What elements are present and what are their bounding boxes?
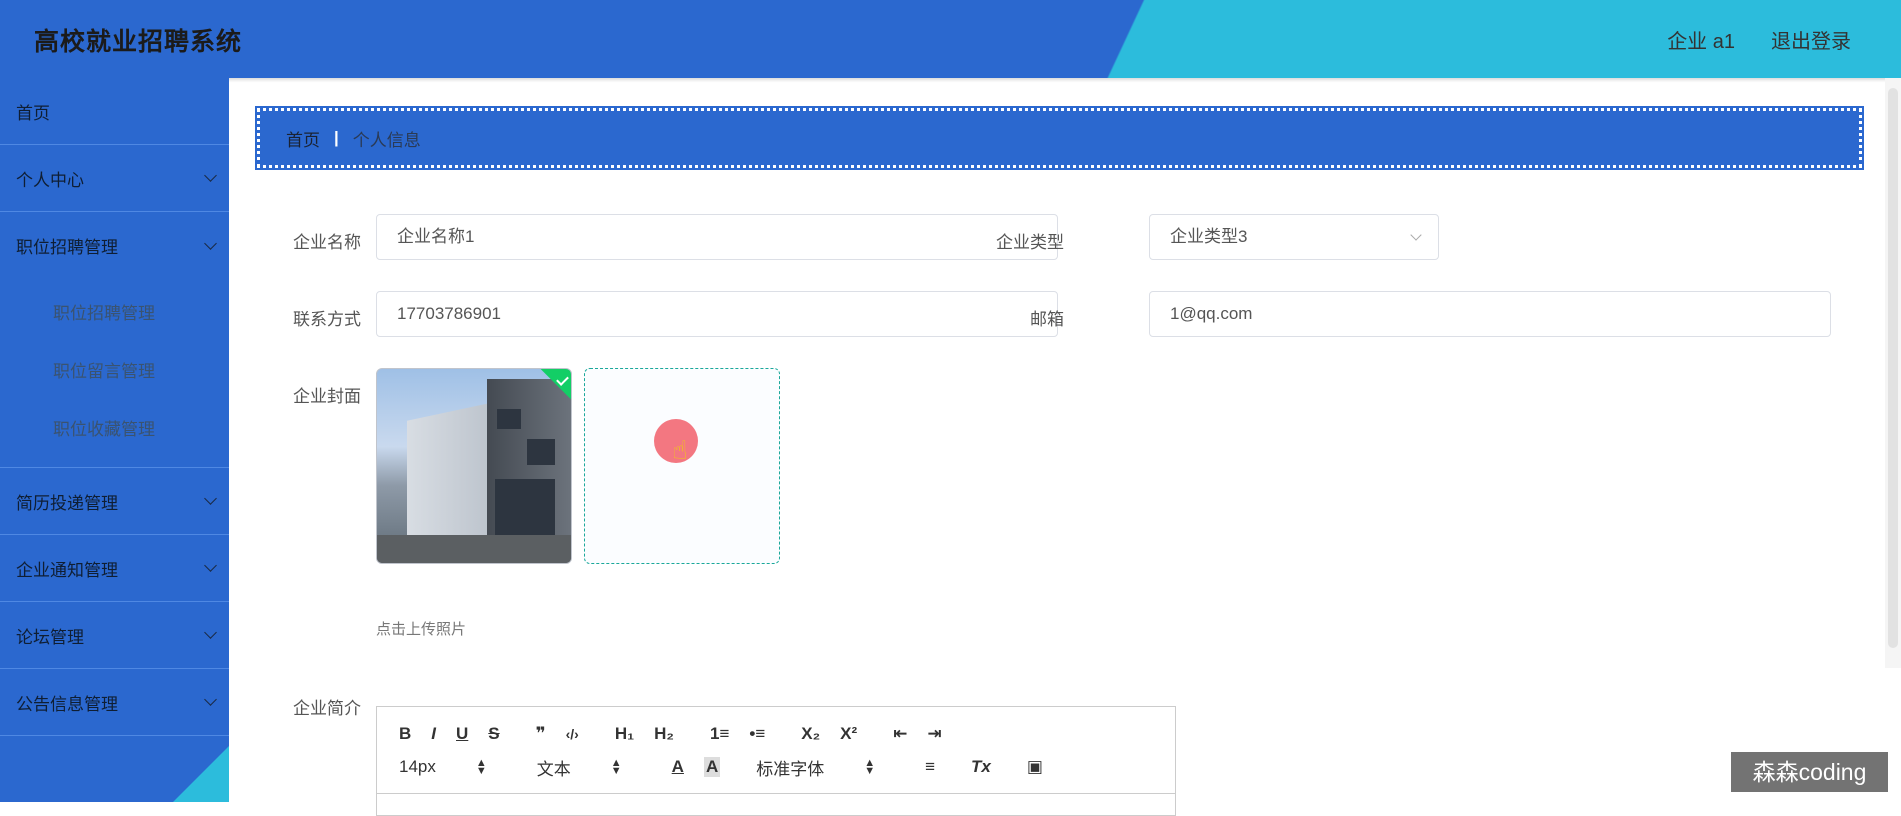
background-color-button[interactable]: A (703, 757, 721, 777)
updown-arrow-icon: ▲ ▼ (610, 757, 622, 777)
blockquote-button[interactable]: ❞ (536, 724, 546, 744)
paragraph-select[interactable]: 文本 ▲ ▼ (537, 755, 622, 780)
sidebar-item-forum[interactable]: 论坛管理 (0, 602, 229, 669)
top-header: 高校就业招聘系统 企业 a1 退出登录 (0, 0, 1901, 78)
font-color-button[interactable]: A (672, 757, 684, 777)
ordered-list-button[interactable]: 1≡ (710, 724, 729, 744)
scrollbar-thumb[interactable] (1888, 88, 1898, 648)
company-type-value: 企业类型3 (1170, 227, 1248, 246)
sidebar-item-label: 个人中心 (16, 170, 84, 190)
chevron-down-icon (204, 236, 217, 250)
scrollbar[interactable] (1885, 78, 1901, 668)
font-size-select[interactable]: 14px ▲ ▼ (399, 757, 487, 777)
sidebar-item-job-recruitment[interactable]: 职位招聘管理 (0, 212, 229, 279)
email-label: 邮箱 (1030, 310, 1064, 329)
bold-button[interactable]: B (399, 724, 411, 744)
outdent-button[interactable]: ⇤ (893, 724, 907, 744)
sidebar-item-home[interactable]: 首页 (0, 78, 229, 145)
company-name-label: 企业名称 (293, 233, 361, 252)
align-icon[interactable]: ≡ (925, 757, 935, 777)
sidebar-corner-decoration (173, 746, 229, 802)
clear-format-button[interactable]: Tx (971, 757, 991, 777)
upload-hint: 点击上传照片 (376, 621, 467, 638)
sidebar-item-label: 公告信息管理 (16, 694, 118, 714)
font-size-value: 14px (399, 757, 436, 776)
bullet-list-button[interactable]: •≡ (749, 724, 765, 744)
sidebar-subitem-job-favorites[interactable]: 职位收藏管理 (0, 401, 229, 459)
editor-toolbar-row-1: B I U S ❞ ‹/› H₁ H₂ 1≡ •≡ X₂ X² ⇤ ⇥ (399, 719, 962, 749)
user-area: 企业 a1 退出登录 (1667, 25, 1851, 54)
contact-label: 联系方式 (293, 310, 361, 329)
app-title: 高校就业招聘系统 (34, 28, 243, 56)
code-button[interactable]: ‹/› (566, 726, 579, 742)
sidebar-subitem-job-management[interactable]: 职位招聘管理 (0, 285, 229, 343)
sidebar-item-label: 职位招聘管理 (16, 238, 118, 257)
company-type-select[interactable]: 企业类型3 (1149, 214, 1439, 260)
font-family-value: 标准字体 (756, 759, 825, 779)
rich-text-editor: B I U S ❞ ‹/› H₁ H₂ 1≡ •≡ X₂ X² ⇤ ⇥ 14px… (376, 706, 1176, 816)
h2-button[interactable]: H₂ (654, 724, 674, 744)
indent-button[interactable]: ⇥ (927, 724, 941, 744)
font-family-select[interactable]: 标准字体 ▲ ▼ (756, 755, 875, 780)
sidebar-item-label: 论坛管理 (16, 627, 84, 647)
current-user[interactable]: 企业 a1 (1667, 25, 1735, 54)
company-type-label: 企业类型 (996, 233, 1064, 252)
sidebar-item-resume-delivery[interactable]: 简历投递管理 (0, 468, 229, 535)
email-input[interactable]: 1@qq.com (1149, 291, 1831, 337)
main-content: 首页 | 个人信息 企业名称 企业名称1 企业类型 企业类型3 联系方式 177… (229, 78, 1901, 816)
sidebar-item-personal-center[interactable]: 个人中心 (0, 145, 229, 212)
sidebar-item-label: 企业通知管理 (16, 560, 118, 580)
breadcrumb-separator: | (334, 128, 339, 147)
editor-toolbar-row-2: 14px ▲ ▼ 文本 ▲ ▼ A A 标准字体 ▲ ▼ ≡ Tx ▣ (399, 752, 1063, 782)
chevron-down-icon (204, 559, 217, 572)
logout-link[interactable]: 退出登录 (1771, 25, 1851, 54)
breadcrumb-current: 个人信息 (352, 130, 421, 150)
cover-label: 企业封面 (293, 387, 361, 406)
submenu-job-recruitment: 职位招聘管理 职位留言管理 职位收藏管理 (0, 279, 229, 468)
image-icon[interactable]: ▣ (1027, 757, 1043, 777)
updown-arrow-icon: ▲ ▼ (864, 757, 876, 777)
intro-label: 企业简介 (293, 699, 361, 718)
italic-button[interactable]: I (431, 724, 436, 744)
sidebar-item-announcements[interactable]: 公告信息管理 (0, 669, 229, 736)
updown-arrow-icon: ▲ ▼ (475, 757, 487, 777)
chevron-down-icon (1410, 229, 1422, 241)
chevron-down-icon (204, 693, 217, 706)
hand-pointer-icon: ☝ (672, 435, 688, 465)
upload-area[interactable]: ☝ (584, 368, 780, 564)
superscript-button[interactable]: X² (840, 724, 857, 744)
strike-button[interactable]: S (488, 724, 499, 744)
chevron-down-icon (204, 492, 217, 505)
sidebar-subitem-job-messages[interactable]: 职位留言管理 (0, 343, 229, 401)
subscript-button[interactable]: X₂ (801, 724, 820, 744)
chevron-down-icon (204, 169, 217, 182)
cover-image-thumbnail[interactable] (376, 368, 572, 564)
sidebar: 首页 个人中心 职位招聘管理 职位招聘管理 职位留言管理 职位收藏管理 简历投递… (0, 78, 229, 802)
breadcrumb: 首页 | 个人信息 (255, 106, 1864, 170)
sidebar-item-label: 首页 (16, 103, 50, 123)
sidebar-item-company-notice[interactable]: 企业通知管理 (0, 535, 229, 602)
sidebar-item-label: 简历投递管理 (16, 493, 118, 513)
underline-button[interactable]: U (456, 724, 468, 744)
watermark: 森森coding (1731, 752, 1888, 792)
paragraph-value: 文本 (536, 759, 571, 779)
h1-button[interactable]: H₁ (615, 724, 634, 744)
chevron-down-icon (204, 626, 217, 639)
breadcrumb-home[interactable]: 首页 (286, 126, 320, 151)
